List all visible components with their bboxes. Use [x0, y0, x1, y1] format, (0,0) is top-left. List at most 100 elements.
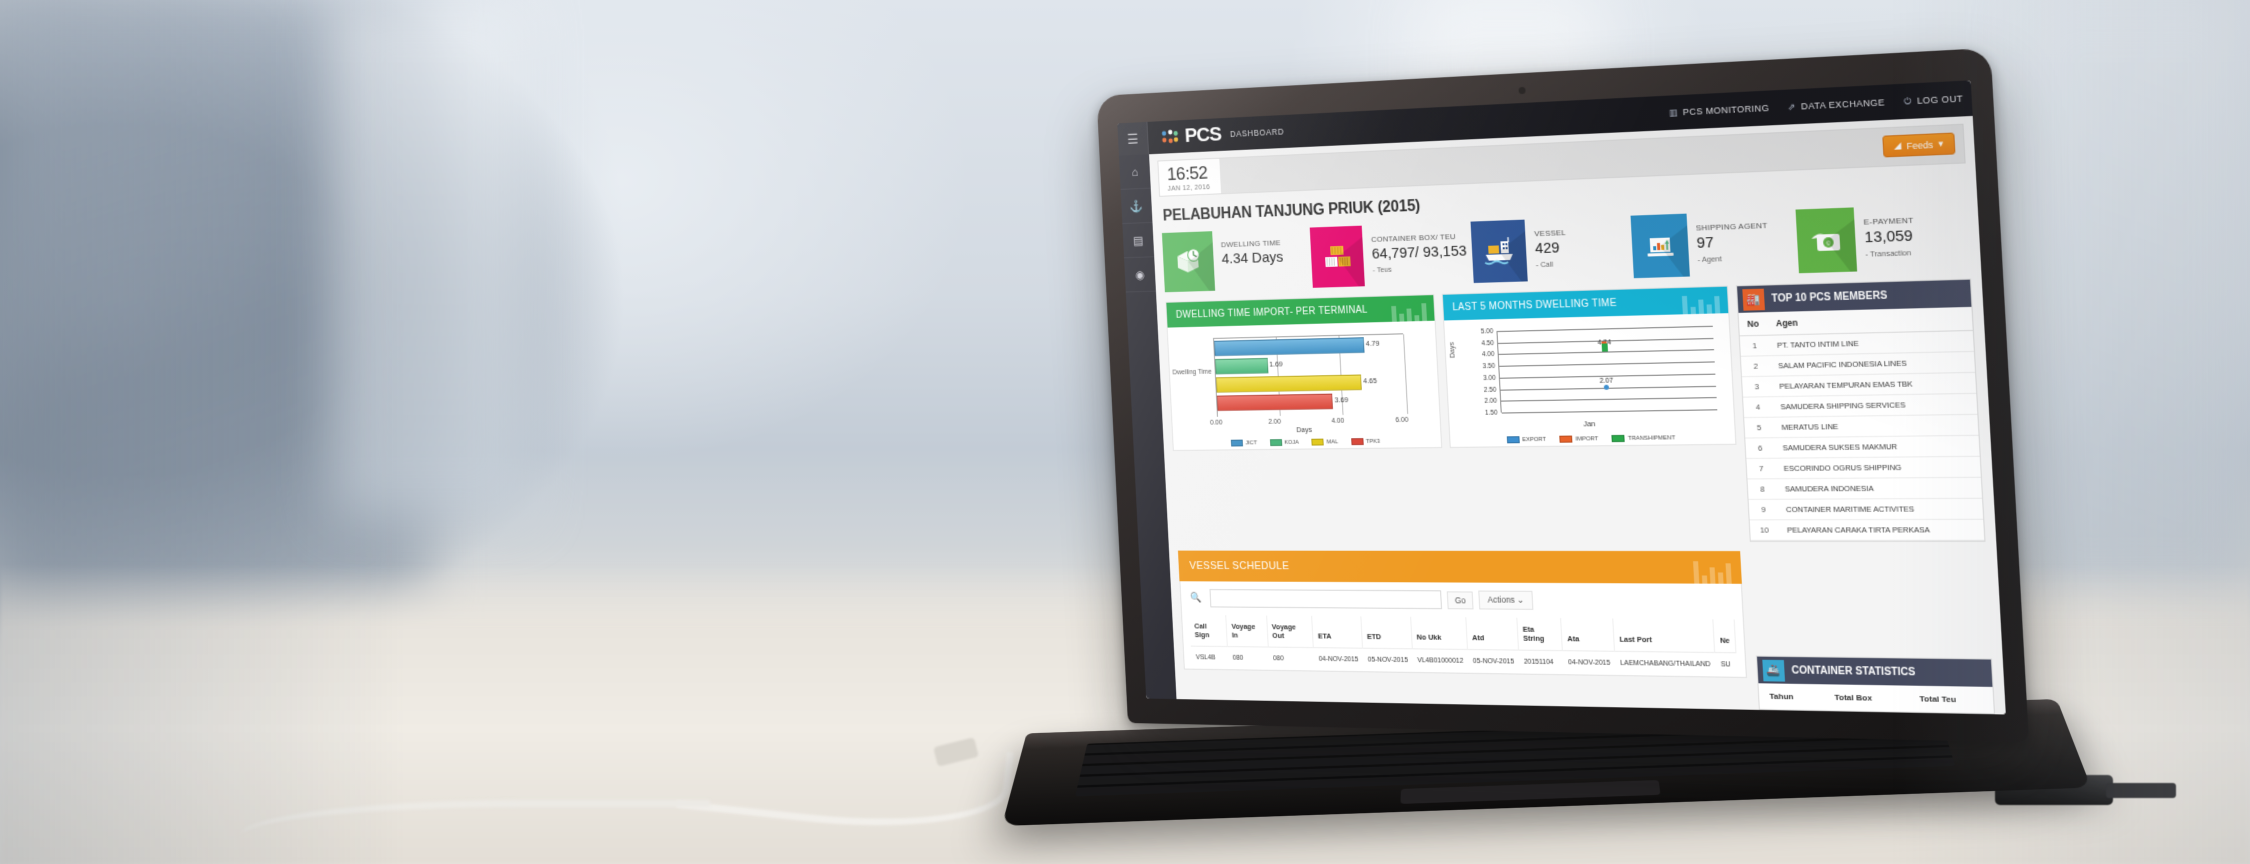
- search-icon[interactable]: 🔍: [1188, 593, 1205, 604]
- go-button[interactable]: Go: [1446, 590, 1474, 609]
- table-row[interactable]: 5 MERATUS LINE: [1744, 414, 1979, 439]
- col-voyage-out[interactable]: Voyage Out: [1266, 615, 1314, 648]
- member-name: MERATUS LINE: [1772, 414, 1979, 438]
- kpi-shipping-agent-text: SHIPPING AGENT 97 - Agent: [1686, 210, 1776, 276]
- kpi-value: 97: [1696, 234, 1715, 252]
- nav-log-out[interactable]: ⏻ LOG OUT: [1903, 93, 1963, 107]
- kpi-label: VESSEL: [1534, 228, 1567, 239]
- member-name: SAMUDERA INDONESIA: [1776, 477, 1983, 500]
- col-voyage-in[interactable]: Voyage In: [1225, 615, 1268, 648]
- vessel-schedule-title: VESSEL SCHEDULE: [1189, 560, 1290, 573]
- kpi-e-payment[interactable]: © E-PAYMENT 13,059 - Transaction: [1795, 203, 1970, 274]
- clock-time: 16:52: [1166, 163, 1208, 185]
- svg-text:©: ©: [1826, 240, 1832, 248]
- search-input[interactable]: [1209, 589, 1443, 610]
- kpi-unit: - Transaction: [1865, 248, 1912, 259]
- col-ata[interactable]: Ata: [1560, 618, 1615, 652]
- col-etd[interactable]: ETD: [1360, 616, 1413, 649]
- col-no-ukk[interactable]: No Ukk: [1410, 616, 1468, 650]
- background-blur-window: [330, 0, 530, 520]
- table-row[interactable]: 6 SAMUDERA SUKSES MAKMUR: [1745, 435, 1980, 459]
- clock-date: JAN 12, 2016: [1167, 184, 1211, 193]
- bar-chart-plot: 4.79 1.69 4.65 3.69 0.00 2.00 4.00 6.00: [1210, 333, 1409, 427]
- laptop: ☰ PCS DASHBOARD ▥ PCS MONITORING ⇗ DATA …: [1001, 47, 2092, 860]
- member-no: 9: [1748, 499, 1779, 520]
- legend-item-jict: JICT: [1230, 439, 1257, 447]
- scene-background: ☰ PCS DASHBOARD ▥ PCS MONITORING ⇗ DATA …: [0, 0, 2250, 864]
- actions-dropdown[interactable]: Actions ⌄: [1478, 590, 1534, 610]
- nav-data-exchange-label: DATA EXCHANGE: [1800, 97, 1886, 112]
- menu-icon[interactable]: ☰: [1117, 121, 1150, 156]
- member-name: ESCORINDO OGRUS SHIPPING: [1775, 456, 1981, 479]
- sidebar-item-container[interactable]: ▤: [1122, 222, 1155, 259]
- line-chart-xtick: Jan: [1583, 419, 1596, 429]
- table-row[interactable]: 8 SAMUDERA INDONESIA: [1747, 477, 1983, 500]
- point-export: [1604, 384, 1610, 390]
- cs-col-tahun: Tahun: [1769, 691, 1794, 702]
- factory-icon: 🏭: [1742, 288, 1765, 311]
- legend-item-import: IMPORT: [1559, 435, 1599, 443]
- vessel-schedule-panel: VESSEL SCHEDULE 🔍 Go Actions ⌄ Call Sign…: [1177, 550, 1747, 678]
- usb-dongle-tip: [2106, 783, 2176, 798]
- gridline: [1402, 334, 1408, 414]
- point-transhipment: [1601, 342, 1609, 352]
- pcs-logo-icon: [1161, 129, 1179, 144]
- member-no: 7: [1746, 458, 1777, 479]
- sidebar-item-anchor[interactable]: ⚓: [1120, 188, 1153, 225]
- ytick: 2.50: [1483, 385, 1497, 394]
- feeds-button[interactable]: ◢ Feeds ▾: [1881, 132, 1956, 158]
- header-deco-bars: [1681, 295, 1721, 315]
- brand-logo[interactable]: PCS DASHBOARD: [1160, 120, 1285, 149]
- kpi-container-box-teu-text: CONTAINER BOX/ TEU 64,797/ 93,153 - Teus: [1362, 222, 1474, 287]
- laptop-screen: ☰ PCS DASHBOARD ▥ PCS MONITORING ⇗ DATA …: [1117, 80, 2006, 715]
- dwelling-time-import-panel: DWELLING TIME IMPORT- PER TERMINAL Dwell…: [1165, 294, 1442, 451]
- vessel-search-row: 🔍 Go Actions ⌄: [1188, 589, 1734, 611]
- nav-pcs-monitoring[interactable]: ▥ PCS MONITORING: [1669, 102, 1770, 118]
- kpi-e-payment-text: E-PAYMENT 13,059 - Transaction: [1853, 205, 1922, 272]
- member-name: SAMUDERA SUKSES MAKMUR: [1773, 435, 1980, 459]
- table-row[interactable]: 10 PELAYARAN CARAKA TIRTA PERKASA: [1749, 519, 1985, 541]
- kpi-value: 64,797/ 93,153: [1371, 242, 1468, 263]
- legend-item-transhipment: TRANSHIPMENT: [1611, 434, 1676, 443]
- nav-pcs-monitoring-label: PCS MONITORING: [1682, 102, 1770, 118]
- member-no: 4: [1743, 396, 1773, 418]
- chevron-down-icon: ▾: [1938, 138, 1944, 149]
- col-next[interactable]: Ne: [1713, 619, 1736, 653]
- bar-koja: 1.69: [1215, 357, 1283, 375]
- table-row[interactable]: 9 CONTAINER MARITIME ACTIVITES: [1748, 498, 1984, 520]
- app-body: ⌂ ⚓ ▤ ◉ 16:52 JAN 12, 2016 ◢ Feeds ▾ PEL…: [1118, 115, 2006, 715]
- sidebar-item-home[interactable]: ⌂: [1118, 154, 1151, 190]
- cs-header-row: Tahun Total Box Total Teu: [1758, 683, 1993, 713]
- col-atd[interactable]: Atd: [1465, 617, 1519, 651]
- bar-value: 3.69: [1334, 395, 1349, 405]
- col-eta-string[interactable]: Eta String: [1516, 617, 1563, 651]
- container-statistics-panel: 🚢 CONTAINER STATISTICS Tahun Total Box T…: [1755, 655, 1996, 715]
- kpi-vessel-text: VESSEL 429 - Call: [1525, 218, 1574, 281]
- kpi-value: 429: [1534, 239, 1560, 258]
- container-statistics-table: Tahun Total Box Total Teu: [1758, 683, 1993, 713]
- sidebar-item-settings[interactable]: ◉: [1124, 257, 1156, 293]
- kpi-dwelling-time[interactable]: DWELLING TIME 4.34 Days: [1161, 228, 1313, 293]
- last-5-months-dwelling-panel: LAST 5 MONTHS DWELLING TIME Days 5.00 4.…: [1441, 285, 1737, 448]
- kpi-unit: [1222, 268, 1284, 270]
- col-last-port[interactable]: Last Port: [1612, 618, 1715, 653]
- col-call-sign[interactable]: Call Sign: [1189, 614, 1228, 647]
- col-eta[interactable]: ETA: [1311, 615, 1363, 649]
- bar-chart-ylabel: Dwelling Time: [1172, 368, 1212, 377]
- chevron-down-icon: ⌄: [1516, 594, 1525, 605]
- webcam-icon: [1518, 86, 1526, 95]
- kpi-label: DWELLING TIME: [1220, 238, 1281, 250]
- cell-next: SU: [1714, 652, 1738, 677]
- kpi-label: E-PAYMENT: [1863, 215, 1914, 227]
- table-row[interactable]: 7 ESCORINDO OGRUS SHIPPING: [1746, 456, 1981, 479]
- kpi-shipping-agent[interactable]: SHIPPING AGENT 97 - Agent: [1630, 210, 1799, 279]
- clock-widget: 16:52 JAN 12, 2016: [1158, 158, 1222, 196]
- member-no: 1: [1739, 335, 1770, 357]
- kpi-value: 13,059: [1864, 227, 1914, 247]
- bar-mal: 4.65: [1215, 374, 1377, 393]
- kpi-container-box-teu[interactable]: CONTAINER BOX/ TEU 64,797/ 93,153 - Teus: [1309, 222, 1474, 288]
- box-clock-icon: [1161, 231, 1216, 293]
- kpi-vessel[interactable]: VESSEL 429 - Call: [1470, 216, 1634, 283]
- nav-data-exchange[interactable]: ⇗ DATA EXCHANGE: [1787, 97, 1885, 113]
- legend-item-koja: KOJA: [1269, 439, 1299, 447]
